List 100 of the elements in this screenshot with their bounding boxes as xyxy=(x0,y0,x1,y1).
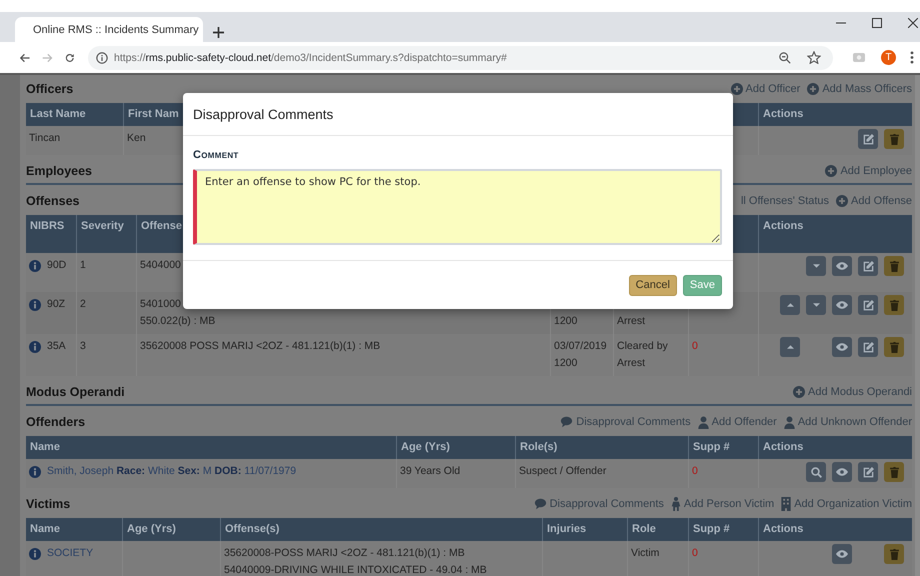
back-arrow-icon[interactable] xyxy=(20,52,30,64)
section-title: Victims xyxy=(26,497,70,511)
plus-circle-icon xyxy=(836,195,848,207)
pencil-square-icon xyxy=(862,342,874,352)
table-cell-text: 1 xyxy=(80,258,86,273)
user-icon xyxy=(698,416,709,428)
trash-icon xyxy=(890,548,898,560)
info-icon xyxy=(29,548,41,560)
delete-button[interactable] xyxy=(884,295,904,315)
eye-icon xyxy=(836,262,848,270)
table-cell-text: 90D xyxy=(47,258,66,273)
eye-icon xyxy=(836,301,848,309)
edit-button[interactable] xyxy=(858,295,878,315)
comment-field[interactable]: Enter an offense to show PC for the stop. xyxy=(193,169,722,245)
table-cell-text: 03/07/2019 1200 xyxy=(554,339,608,371)
table-cell-text: Suspect / Offender xyxy=(519,464,606,479)
section-title: Offenses xyxy=(26,194,80,208)
action-link[interactable]: Disapproval Comments xyxy=(534,497,664,511)
info-icon[interactable] xyxy=(96,52,108,64)
speech-bubble-icon xyxy=(560,416,574,428)
delete-button[interactable] xyxy=(884,544,904,564)
caret-up-icon xyxy=(786,303,794,307)
name-link[interactable]: Smith, Joseph Race: White Sex: M DOB: 11/07/1979 xyxy=(47,463,296,480)
plus-circle-icon xyxy=(807,83,820,95)
view-button[interactable] xyxy=(832,295,852,315)
action-link[interactable]: ll Offenses' Status xyxy=(740,195,830,207)
move-up-button[interactable] xyxy=(780,337,800,357)
action-link[interactable]: Add Offender xyxy=(698,416,777,428)
maximize-icon[interactable] xyxy=(872,18,882,28)
browser-tab[interactable]: Online RMS :: Incidents Summary xyxy=(15,17,203,42)
reload-icon[interactable] xyxy=(64,52,74,64)
supplement-count: 0 xyxy=(692,546,698,561)
table-cell-text: 2 xyxy=(80,297,86,312)
action-link[interactable]: Add Employee xyxy=(825,165,912,177)
search-icon xyxy=(810,466,822,478)
table-cell-text: Cleared by Arrest xyxy=(617,339,669,371)
user-icon xyxy=(784,416,795,428)
move-down-button[interactable] xyxy=(806,256,826,276)
eye-icon xyxy=(836,550,848,558)
edit-button[interactable] xyxy=(858,337,878,357)
table-cell-text: Arrest xyxy=(617,314,646,329)
action-link[interactable]: Add Modus Operandi xyxy=(793,386,912,398)
section-title: Modus Operandi xyxy=(26,385,125,399)
cancel-button[interactable]: Cancel xyxy=(628,274,677,296)
delete-button[interactable] xyxy=(884,129,904,149)
action-link[interactable]: Add Offense xyxy=(836,195,912,207)
view-button[interactable] xyxy=(832,256,852,276)
address-bar[interactable]: https://rms.public-safety-cloud.net/demo3/IncidentSummary.s?dispatchto=summary# xyxy=(88,46,833,70)
profile-avatar[interactable]: T xyxy=(881,50,896,65)
person-icon xyxy=(670,497,681,511)
table-cell-text: Victim xyxy=(631,546,660,561)
delete-button[interactable] xyxy=(884,256,904,276)
caret-up-icon xyxy=(786,345,794,349)
supplement-count: 0 xyxy=(692,464,698,479)
column-header: Actions xyxy=(762,219,804,234)
view-button[interactable] xyxy=(832,544,852,564)
edit-button[interactable] xyxy=(858,129,878,149)
url-text: https://rms.public-safety-cloud.net/demo3/IncidentSummary.s?dispatchto=summary# xyxy=(114,52,508,64)
action-link[interactable]: Add Unknown Offender xyxy=(784,416,912,428)
column-header: Actions xyxy=(762,107,804,122)
action-link[interactable]: Add Organization Victim xyxy=(781,497,912,511)
plus-circle-icon xyxy=(825,165,838,177)
table-cell-text: 39 Years Old xyxy=(400,464,460,479)
edit-button[interactable] xyxy=(858,256,878,276)
plus-circle-icon xyxy=(793,386,806,398)
table-cell-text: Tincan xyxy=(29,131,60,146)
delete-button[interactable] xyxy=(884,462,904,482)
view-button[interactable] xyxy=(832,462,852,482)
name-link[interactable]: SOCIETY xyxy=(47,545,94,562)
table-cell-text: 1200 xyxy=(554,314,578,329)
supplement-count: 0 xyxy=(692,339,698,354)
move-up-button[interactable] xyxy=(780,295,800,315)
forward-arrow-icon[interactable] xyxy=(42,52,53,64)
search-button[interactable] xyxy=(806,462,826,482)
save-button[interactable]: Save xyxy=(682,274,722,296)
table-cell-text: 3 xyxy=(80,339,86,354)
action-link[interactable]: Add Officer xyxy=(730,83,800,95)
table-cell-text: 35620008 POSS MARIJ <2OZ - 481.121(b)(1) : MB xyxy=(140,339,380,354)
eye-icon xyxy=(836,468,848,476)
zoom-out-icon[interactable] xyxy=(779,52,791,64)
plus-circle-icon xyxy=(730,83,742,95)
building-icon xyxy=(781,497,792,511)
info-icon xyxy=(29,340,41,352)
move-down-button[interactable] xyxy=(806,295,826,315)
star-icon[interactable] xyxy=(807,51,821,64)
trash-icon xyxy=(890,342,898,352)
edit-button[interactable] xyxy=(858,462,878,482)
view-button[interactable] xyxy=(832,337,852,357)
close-icon[interactable] xyxy=(908,18,918,28)
section-title: Employees xyxy=(26,164,92,178)
trash-icon xyxy=(890,134,898,144)
table-cell-text: 35A xyxy=(47,339,66,354)
plus-icon[interactable] xyxy=(213,27,224,38)
action-link[interactable]: Disapproval Comments xyxy=(560,416,691,428)
menu-icon[interactable] xyxy=(910,51,914,64)
delete-button[interactable] xyxy=(884,337,904,357)
action-link[interactable]: Add Person Victim xyxy=(670,497,774,511)
section-title: Officers xyxy=(26,82,74,96)
table-cell-text: 35620008-POSS MARIJ <2OZ - 481.121(b)(1) : MB 54040009-DRIVING WHILE INTOXICATED - 49.04 : MB xyxy=(224,546,487,576)
action-link[interactable]: Add Mass Officers xyxy=(807,83,912,95)
